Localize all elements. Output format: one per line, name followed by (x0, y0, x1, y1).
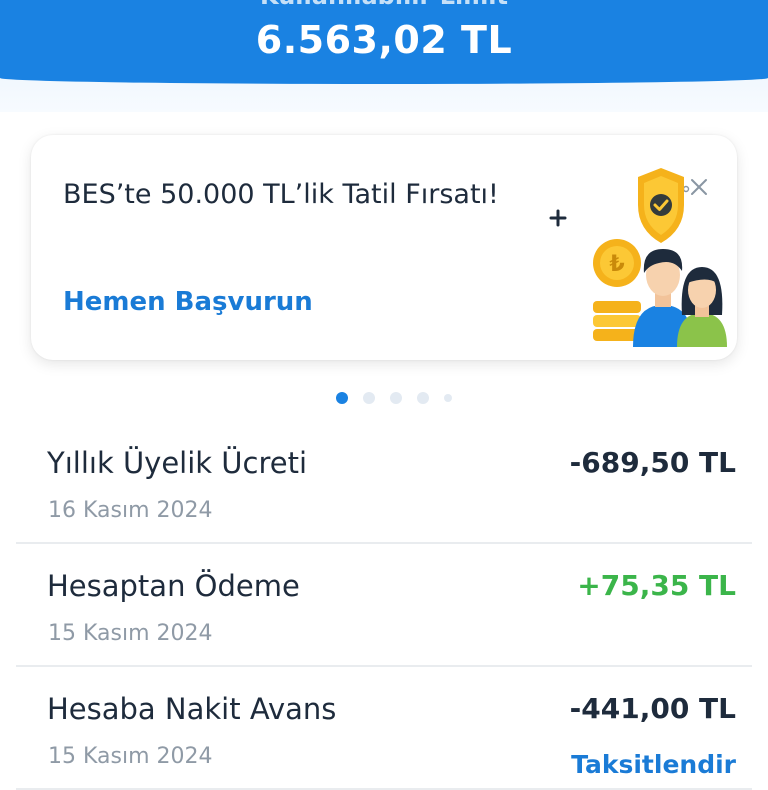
transaction-date: 15 Kasım 2024 (48, 621, 213, 646)
promo-illustration: ₺ (549, 168, 727, 347)
transaction-date: 16 Kasım 2024 (48, 498, 213, 523)
promo-card[interactable]: BES’te 50.000 TL’lik Tatil Fırsatı! Heme… (31, 135, 737, 360)
apply-now-link[interactable]: Hemen Başvurun (63, 287, 313, 317)
available-limit-value: 6.563,02 TL (255, 18, 513, 62)
transaction-title: Hesaba Nakit Avans (47, 692, 337, 726)
limit-banner: Kullanılabilir Limit 6.563,02 TL (0, 0, 768, 84)
transaction-row[interactable]: Hesaba Nakit Avans 15 Kasım 2024 -441,00… (16, 666, 752, 790)
transaction-row[interactable]: Hesaptan Ödeme 15 Kasım 2024 +75,35 TL (16, 543, 752, 667)
promo-title: BES’te 50.000 TL’lik Tatil Fırsatı! (63, 179, 499, 210)
transaction-row[interactable]: Yıllık Üyelik Ücreti 16 Kasım 2024 -689,… (16, 420, 752, 544)
transaction-amount: -689,50 TL (569, 446, 736, 479)
installment-button[interactable]: Taksitlendir (571, 750, 736, 779)
transaction-title: Yıllık Üyelik Ücreti (47, 446, 308, 480)
carousel-dot[interactable] (444, 394, 452, 402)
carousel-indicator[interactable] (336, 390, 452, 406)
transaction-date: 15 Kasım 2024 (48, 744, 213, 769)
carousel-dot[interactable] (363, 392, 375, 404)
available-limit-label: Kullanılabilir Limit (0, 0, 768, 10)
svg-text:₺: ₺ (609, 252, 624, 277)
carousel-dot[interactable] (417, 392, 429, 404)
carousel-dot[interactable] (336, 392, 348, 404)
transaction-amount: +75,35 TL (577, 569, 736, 602)
transaction-title: Hesaptan Ödeme (47, 569, 300, 603)
shield-check-icon (638, 168, 684, 243)
lira-coin-icon: ₺ (593, 239, 641, 287)
header: Kullanılabilir Limit 6.563,02 TL (0, 0, 768, 112)
carousel-dot[interactable] (390, 392, 402, 404)
people-icon (633, 249, 727, 347)
transaction-amount: -441,00 TL (569, 692, 736, 725)
